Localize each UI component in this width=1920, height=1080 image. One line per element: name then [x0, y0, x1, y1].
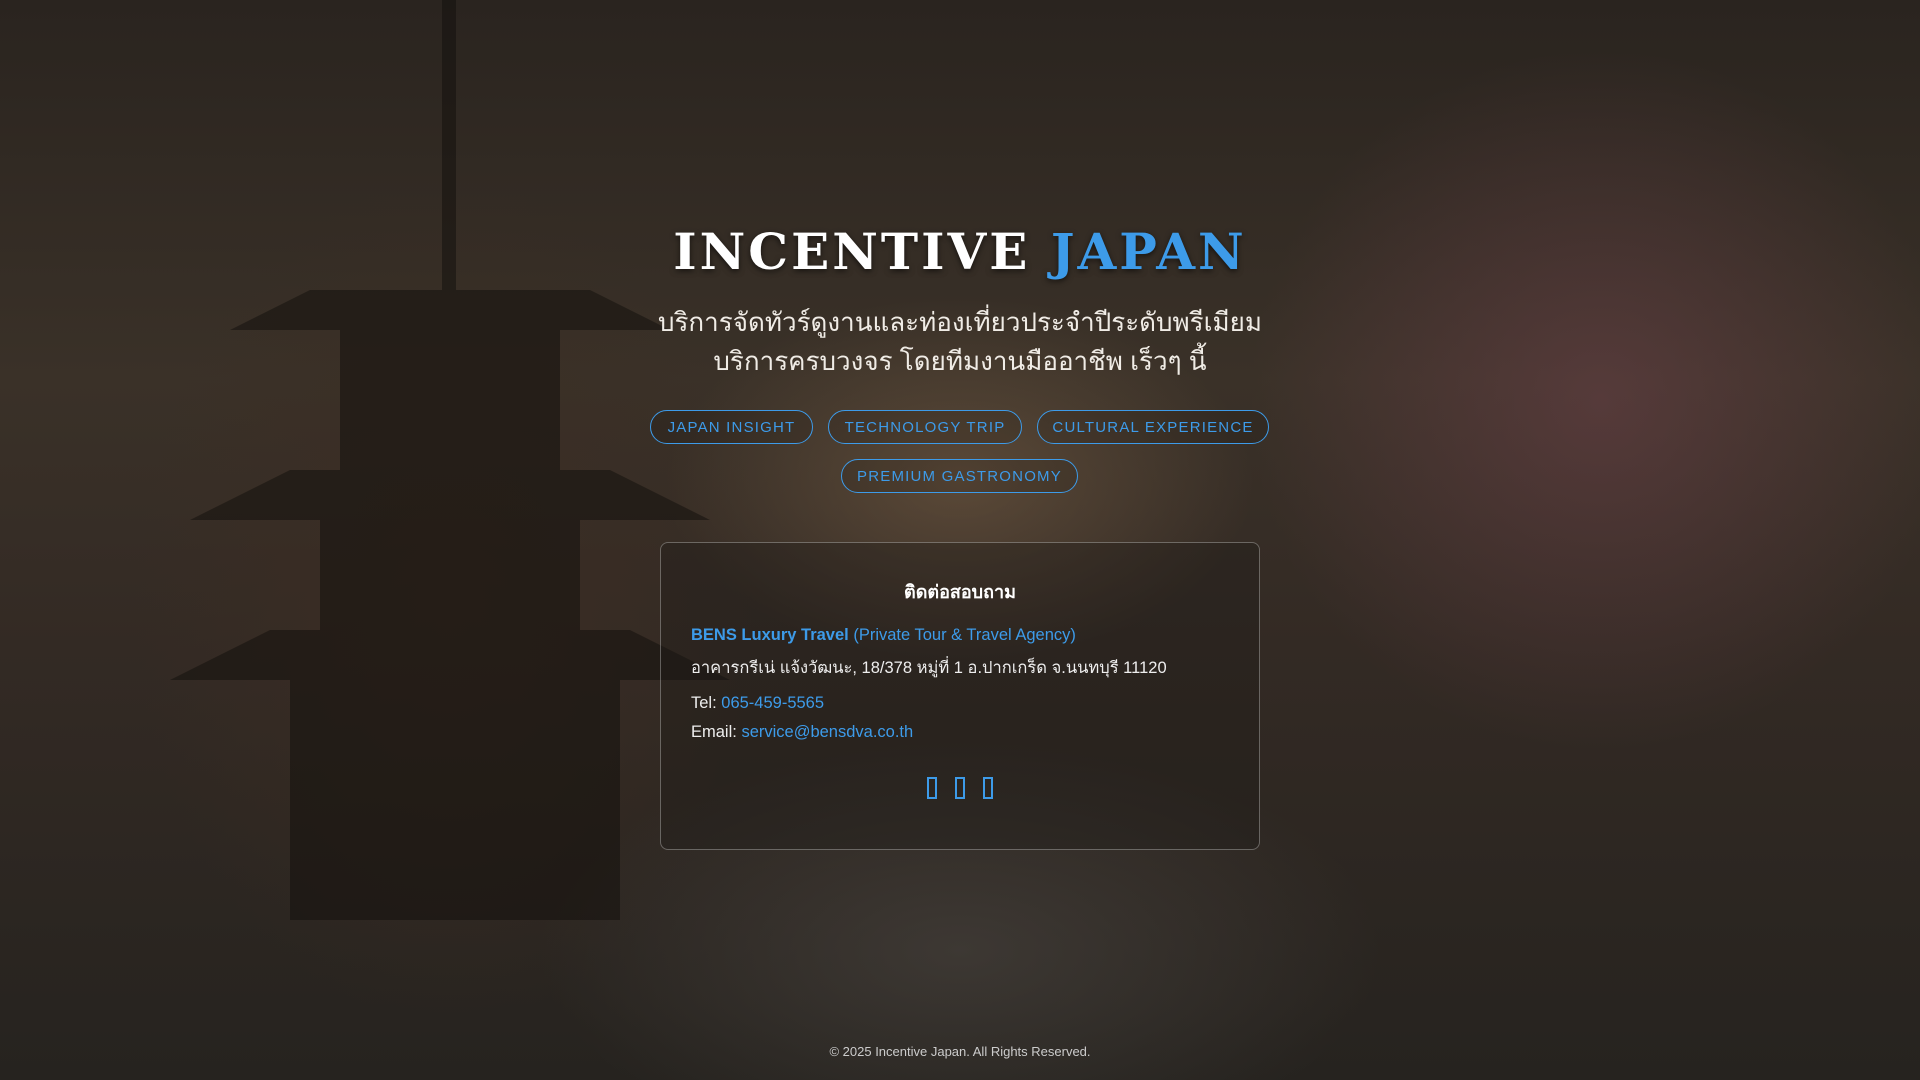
email-label: Email: — [691, 723, 737, 741]
facebook-icon[interactable] — [927, 777, 937, 799]
instagram-icon[interactable] — [983, 777, 993, 799]
pagoda-background-image — [170, 0, 730, 920]
address: อาคารกรีเน่ แจ้งวัฒนะ, 18/378 หมู่ที่ 1 … — [691, 659, 1167, 677]
tel-link[interactable]: 065-459-5565 — [721, 694, 824, 712]
tag-japan-insight[interactable]: JAPAN INSIGHT — [650, 410, 813, 444]
contact-heading: ติดต่อสอบถาม — [904, 582, 1016, 602]
subtitle-line-1: บริการจัดทัวร์ดูงานและท่องเที่ยวประจำปีร… — [657, 307, 1263, 337]
contact-card: ติดต่อสอบถาม BENS Luxury Travel (Private… — [660, 542, 1260, 850]
page-title: INCENTIVE JAPAN — [0, 222, 1920, 281]
email-link[interactable]: service@bensdva.co.th — [741, 723, 913, 741]
social-links — [661, 777, 1259, 799]
company-name: BENS Luxury Travel — [691, 626, 849, 644]
line-icon[interactable] — [955, 777, 965, 799]
subtitle-line-2: บริการครบวงจร โดยทีมงานมืออาชีพ เร็วๆ นี… — [713, 346, 1207, 376]
tag-premium-gastronomy[interactable]: PREMIUM GASTRONOMY — [841, 459, 1078, 493]
title-accent: JAPAN — [1050, 222, 1247, 281]
tag-cultural-experience[interactable]: CULTURAL EXPERIENCE — [1037, 410, 1269, 444]
company-description: (Private Tour & Travel Agency) — [853, 626, 1076, 644]
tel-label: Tel: — [691, 694, 717, 712]
tag-technology-trip[interactable]: TECHNOLOGY TRIP — [828, 410, 1022, 444]
title-main: INCENTIVE — [673, 222, 1031, 281]
footer-copyright: © 2025 Incentive Japan. All Rights Reser… — [829, 1044, 1091, 1059]
